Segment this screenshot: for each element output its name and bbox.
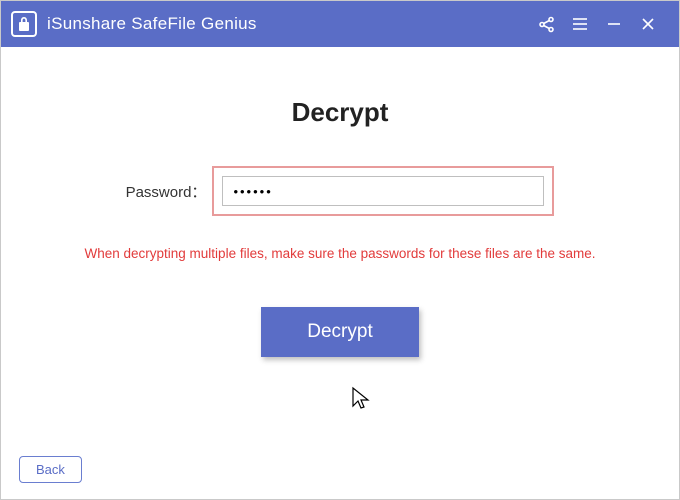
password-highlight-box bbox=[212, 166, 554, 216]
page-title: Decrypt bbox=[41, 97, 639, 128]
close-icon[interactable] bbox=[631, 1, 665, 47]
main-content: Decrypt Password： When decrypting multip… bbox=[1, 47, 679, 357]
password-label: Password： bbox=[126, 181, 207, 202]
app-title: iSunshare SafeFile Genius bbox=[47, 14, 257, 34]
titlebar: iSunshare SafeFile Genius bbox=[1, 1, 679, 47]
back-button[interactable]: Back bbox=[19, 456, 82, 483]
app-lock-icon bbox=[11, 11, 37, 37]
minimize-icon[interactable] bbox=[597, 1, 631, 47]
menu-icon[interactable] bbox=[563, 1, 597, 47]
decrypt-button[interactable]: Decrypt bbox=[261, 307, 418, 357]
cursor-icon bbox=[351, 386, 373, 412]
password-input[interactable] bbox=[222, 176, 544, 206]
password-row: Password： bbox=[41, 166, 639, 216]
warning-text: When decrypting multiple files, make sur… bbox=[41, 246, 639, 261]
share-icon[interactable] bbox=[529, 1, 563, 47]
app-window: iSunshare SafeFile Genius Decrypt Passwo… bbox=[0, 0, 680, 500]
